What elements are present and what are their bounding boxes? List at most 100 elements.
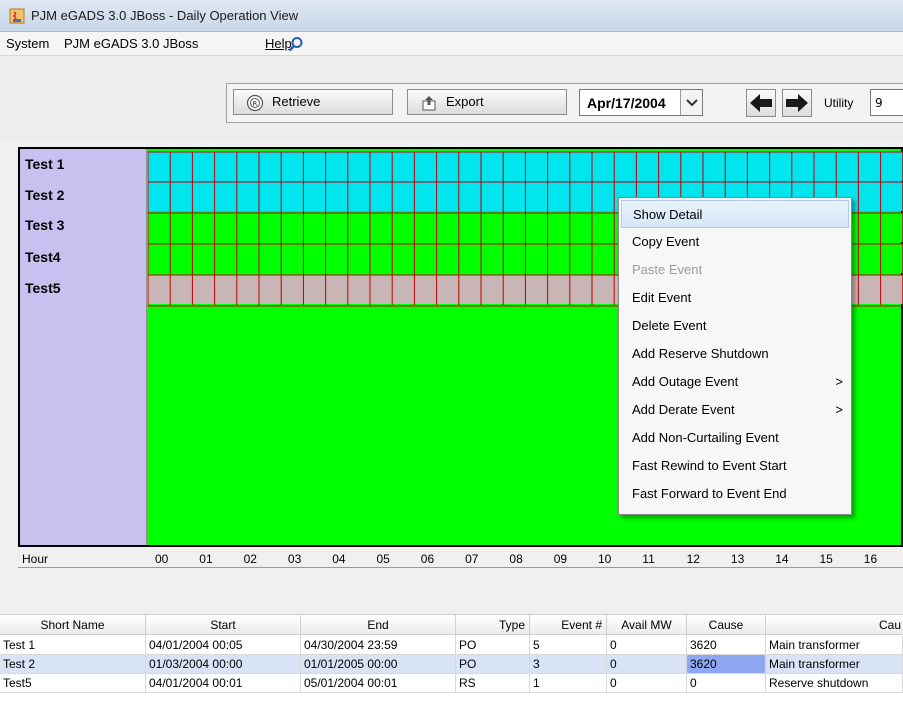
table-cell[interactable]: 3620	[687, 636, 766, 655]
table-cell[interactable]: 04/30/2004 23:59	[301, 636, 456, 655]
menu-item-add-outage-event[interactable]: Add Outage Event >	[621, 368, 849, 396]
table-cell[interactable]: 0	[607, 636, 687, 655]
utility-label: Utility	[824, 96, 854, 110]
unit-name[interactable]: Test5	[25, 280, 61, 296]
menu-pjm-egads[interactable]: PJM eGADS 3.0 JBoss	[64, 36, 198, 51]
hour-axis: Hour 00 01 02 03 04 05 06 07 08 09 10 11 12 13 14 15 16	[18, 549, 903, 568]
column-header[interactable]: Short Name	[0, 615, 146, 636]
date-dropdown-button[interactable]	[680, 90, 702, 115]
column-header[interactable]: Type	[456, 615, 530, 636]
chevron-down-icon	[686, 99, 698, 107]
submenu-arrow-icon: >	[835, 374, 843, 389]
date-value: Apr/17/2004	[587, 95, 666, 111]
column-header[interactable]: Avail MW	[607, 615, 687, 636]
menu-item-edit-event[interactable]: Edit Event	[621, 284, 849, 312]
menu-item-copy-event[interactable]: Copy Event	[621, 228, 849, 256]
table-cell[interactable]: Reserve shutdown	[766, 674, 903, 693]
utility-value: 9	[875, 96, 883, 110]
unit-name[interactable]: Test 3	[25, 217, 64, 233]
table-cell[interactable]: 0	[687, 674, 766, 693]
retrieve-label: Retrieve	[272, 94, 321, 109]
table-cell[interactable]: Test5	[0, 674, 146, 693]
menu-item-add-reserve-shutdown[interactable]: Add Reserve Shutdown	[621, 340, 849, 368]
window-title: PJM eGADS 3.0 JBoss - Daily Operation Vi…	[31, 8, 299, 23]
context-menu: Show Detail Copy Event Paste Event Edit …	[618, 197, 852, 515]
event-table: Short Name Start End Type Event # Avail …	[0, 614, 903, 719]
menu-item-fast-rewind[interactable]: Fast Rewind to Event Start	[621, 452, 849, 480]
table-cell[interactable]: RS	[456, 674, 530, 693]
java-app-icon	[9, 8, 25, 24]
next-day-button[interactable]	[782, 89, 812, 117]
menu-item-fast-forward[interactable]: Fast Forward to Event End	[621, 480, 849, 508]
table-cell[interactable]: 04/01/2004 00:01	[146, 674, 301, 693]
hour-tick-label: 07	[465, 552, 479, 566]
hour-tick-label: 08	[509, 552, 523, 566]
menu-system[interactable]: System	[6, 36, 49, 51]
menu-item-paste-event: Paste Event	[632, 262, 703, 277]
export-button[interactable]: Export	[407, 89, 567, 115]
table-cell[interactable]: 3	[530, 655, 607, 674]
unit-name-column: Test 1 Test 2 Test 3 Test4 Test5	[20, 149, 147, 545]
menu-bar: System PJM eGADS 3.0 JBoss Help	[0, 32, 903, 56]
hour-tick-label: 10	[598, 552, 612, 566]
retrieve-icon: R	[246, 94, 264, 112]
hour-tick-label: 05	[376, 552, 390, 566]
column-header[interactable]: End	[301, 615, 456, 636]
arrow-right-icon	[786, 94, 808, 112]
table-row[interactable]: Test 2 01/03/2004 00:00 01/01/2005 00:00 PO…	[0, 655, 903, 674]
hour-tick-label: 13	[730, 552, 745, 566]
export-icon	[422, 96, 436, 111]
unit-name[interactable]: Test 2	[25, 187, 64, 203]
table-cell[interactable]: 0	[607, 674, 687, 693]
table-header: Short Name Start End Type Event # Avail …	[0, 614, 903, 636]
menu-item-add-derate-event[interactable]: Add Derate Event >	[621, 396, 849, 424]
arrow-left-icon	[750, 94, 772, 112]
table-cell[interactable]: 01/01/2005 00:00	[301, 655, 456, 674]
hour-tick-label: 03	[287, 552, 302, 566]
column-header[interactable]: Cause	[687, 615, 766, 636]
table-cell[interactable]: Main transformer	[766, 636, 903, 655]
hour-tick-label: 00	[155, 552, 169, 566]
table-cell[interactable]: 5	[530, 636, 607, 655]
hour-tick-label: 09	[553, 552, 568, 566]
table-cell[interactable]: Test 2	[0, 655, 146, 674]
submenu-arrow-icon: >	[835, 402, 843, 417]
toolbar: R Retrieve Export Apr/17/2004 Utility 9	[0, 56, 903, 142]
retrieve-button[interactable]: R Retrieve	[233, 89, 393, 115]
table-cell[interactable]: Test 1	[0, 636, 146, 655]
hour-tick-label: 12	[686, 552, 700, 566]
date-combo[interactable]: Apr/17/2004	[579, 89, 703, 116]
menu-item-delete-event[interactable]: Delete Event	[621, 312, 849, 340]
table-cell[interactable]: 0	[607, 655, 687, 674]
menu-item-add-non-curtailing-event[interactable]: Add Non-Curtailing Event	[621, 424, 849, 452]
menu-item-show-detail[interactable]: Show Detail	[621, 200, 849, 228]
hour-tick-label: 14	[775, 552, 789, 566]
table-cell[interactable]: 05/01/2004 00:01	[301, 674, 456, 693]
table-row[interactable]: Test5 04/01/2004 00:01 05/01/2004 00:01 RS 1…	[0, 674, 903, 693]
table-cell[interactable]: 04/01/2004 00:05	[146, 636, 301, 655]
hour-tick-label: 04	[332, 552, 346, 566]
toolbar-panel: R Retrieve Export Apr/17/2004 Utility 9	[226, 83, 903, 123]
hour-tick-label: 15	[819, 552, 833, 566]
table-cell[interactable]: PO	[456, 636, 530, 655]
unit-name[interactable]: Test4	[25, 249, 61, 265]
table-cell[interactable]: 01/03/2004 00:00	[146, 655, 301, 674]
table-row[interactable]: Test 1 04/01/2004 00:05 04/30/2004 23:59 PO…	[0, 636, 903, 655]
title-bar: PJM eGADS 3.0 JBoss - Daily Operation Vi…	[0, 0, 903, 32]
column-header[interactable]: Cau	[766, 615, 903, 636]
column-header[interactable]: Event #	[530, 615, 607, 636]
export-label: Export	[446, 94, 484, 109]
table-cell[interactable]: 1	[530, 674, 607, 693]
utility-field[interactable]: 9	[870, 89, 903, 116]
hour-axis-label: Hour	[22, 552, 49, 566]
table-cell[interactable]: 3620	[687, 655, 766, 674]
column-header[interactable]: Start	[146, 615, 301, 636]
table-cell[interactable]: Main transformer	[766, 655, 903, 674]
search-icon[interactable]	[288, 36, 304, 52]
previous-day-button[interactable]	[746, 89, 776, 117]
table-cell[interactable]: PO	[456, 655, 530, 674]
hour-tick-label: 16	[863, 552, 878, 566]
hour-tick-label: 02	[243, 552, 257, 566]
unit-name[interactable]: Test 1	[25, 156, 64, 172]
hour-tick-label: 11	[642, 552, 655, 566]
